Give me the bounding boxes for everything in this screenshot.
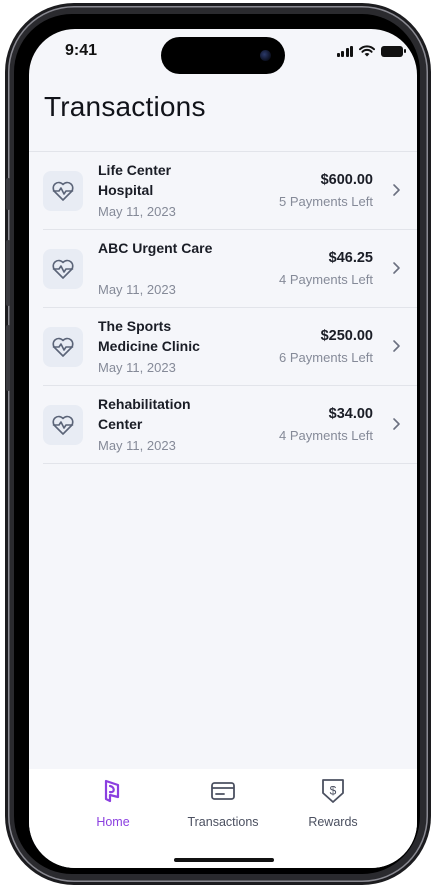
tab-label: Rewards — [308, 815, 358, 829]
heartbeat-icon — [43, 405, 83, 445]
provider-name: The Sports Medicine Clinic — [98, 318, 200, 354]
home-indicator — [174, 858, 274, 862]
transaction-row[interactable]: The Sports Medicine Clinic May 11, 2023 … — [43, 308, 417, 386]
app-screen: 9:41 Transactions Life Center Hospital M… — [29, 29, 417, 868]
transaction-amount: $46.25 — [328, 250, 373, 266]
chevron-right-icon — [393, 418, 400, 430]
status-icons — [336, 45, 406, 57]
payments-left: 4 Payments Left — [279, 272, 373, 287]
transaction-amount: $34.00 — [328, 406, 373, 422]
payments-left: 5 Payments Left — [279, 194, 373, 209]
volume-down-button — [6, 325, 10, 391]
tab-rewards[interactable]: $ Rewards — [283, 777, 383, 829]
heartbeat-icon — [43, 171, 83, 211]
dollar-shield-icon: $ — [322, 779, 344, 803]
transaction-date: May 11, 2023 — [98, 360, 176, 375]
cellular-signal-icon — [336, 45, 353, 57]
transaction-date: May 11, 2023 — [98, 204, 176, 219]
heartbeat-icon — [43, 327, 83, 367]
card-icon — [211, 782, 235, 800]
tab-bar: Home Transactions $ Rewards — [29, 769, 417, 868]
tab-transactions[interactable]: Transactions — [173, 777, 273, 829]
tab-label: Transactions — [187, 815, 259, 829]
tab-label: Home — [96, 815, 130, 829]
transaction-amount: $250.00 — [320, 328, 373, 344]
payments-left: 4 Payments Left — [279, 428, 373, 443]
battery-icon — [381, 45, 406, 57]
dynamic-island — [161, 37, 285, 74]
transaction-date: May 11, 2023 — [98, 282, 176, 297]
status-time: 9:41 — [65, 42, 98, 59]
provider-name: Life Center Hospital — [98, 162, 172, 198]
transaction-row[interactable]: Rehabilitation Center May 11, 2023 $34.0… — [43, 386, 417, 464]
transaction-row[interactable]: Life Center Hospital May 11, 2023 $600.0… — [43, 152, 417, 230]
camera-icon — [260, 50, 271, 61]
transaction-list: Life Center Hospital May 11, 2023 $600.0… — [29, 152, 417, 464]
volume-up-button — [6, 240, 10, 306]
provider-name: ABC Urgent Care — [98, 240, 213, 256]
action-button — [6, 178, 10, 210]
home-logo-icon — [104, 779, 120, 803]
payments-left: 6 Payments Left — [279, 350, 373, 365]
wifi-icon — [359, 45, 375, 57]
svg-text:$: $ — [330, 784, 337, 798]
page-title: Transactions — [44, 91, 206, 122]
provider-name: Rehabilitation Center — [98, 396, 191, 432]
chevron-right-icon — [393, 262, 400, 274]
transaction-amount: $600.00 — [320, 172, 373, 188]
status-bar: 9:41 — [29, 29, 417, 79]
transaction-row[interactable]: ABC Urgent Care May 11, 2023 $46.25 4 Pa… — [43, 230, 417, 308]
transaction-date: May 11, 2023 — [98, 438, 176, 453]
chevron-right-icon — [393, 184, 400, 196]
tab-home[interactable]: Home — [63, 777, 163, 829]
heartbeat-icon — [43, 249, 83, 289]
chevron-right-icon — [393, 340, 400, 352]
